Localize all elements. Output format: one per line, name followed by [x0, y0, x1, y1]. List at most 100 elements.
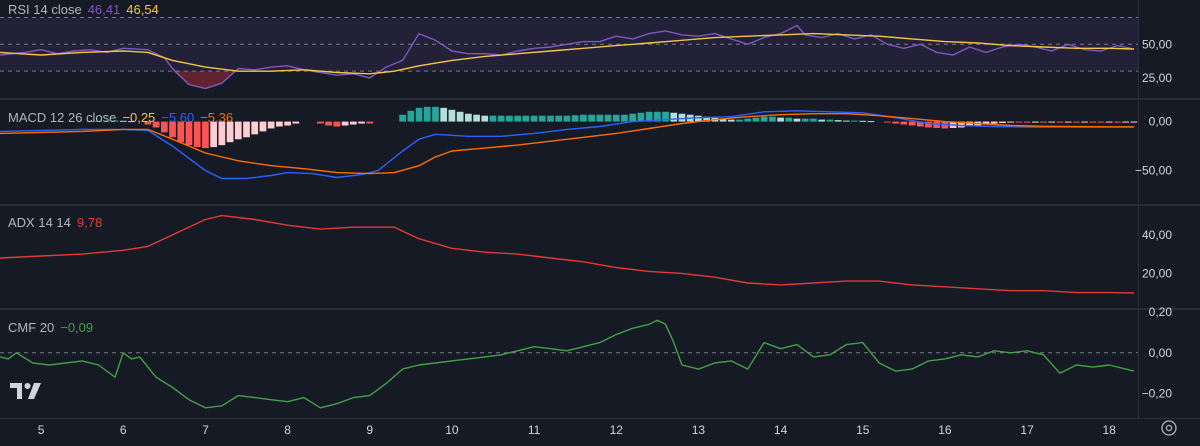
macd-histogram-bar [202, 121, 209, 149]
rsi-y-tick-label: 50,00 [1142, 37, 1172, 51]
macd-histogram-bar [810, 118, 817, 122]
adx-y-tick-label: 20,00 [1142, 266, 1172, 280]
macd-histogram-bar [859, 120, 867, 122]
settings-button[interactable] [1160, 419, 1182, 441]
macd-histogram-bar [612, 114, 620, 122]
indicator-chart[interactable]: 50,00 25,00 0,00 −50,00 40,00 20,00 0,20 0,00 −0… [0, 0, 1200, 446]
x-tick-label: 15 [856, 423, 870, 437]
adx-line [0, 214, 1134, 294]
macd-histogram-bar [1031, 121, 1039, 123]
macd-histogram-bar [276, 121, 283, 127]
macd-histogram-bar [1015, 121, 1023, 123]
macd-histogram-bar [423, 106, 431, 122]
cmf-legend[interactable]: CMF 20 −0,09 [8, 320, 93, 335]
macd-histogram-bar [990, 121, 998, 124]
macd-histogram-bar [563, 115, 571, 122]
macd-histogram-bar [341, 121, 349, 126]
macd-histogram-bar [218, 121, 226, 146]
x-tick-label: 9 [366, 423, 373, 437]
macd-histogram-bar [571, 115, 579, 122]
x-tick-label: 17 [1020, 423, 1034, 437]
macd-histogram-bar [547, 115, 554, 122]
macd-signal-legend-value: −5,36 [200, 110, 234, 125]
x-tick-label: 13 [692, 423, 706, 437]
macd-histogram-bar [884, 121, 891, 123]
x-tick-label: 10 [445, 423, 459, 437]
macd-histogram-bar [580, 114, 587, 122]
macd-y-tick-label: 0,00 [1149, 115, 1173, 129]
macd-histogram-bar [538, 115, 546, 122]
adx-legend-name: ADX 14 14 [8, 215, 71, 230]
macd-histogram-bar [1023, 121, 1031, 123]
macd-histogram-bar [752, 117, 760, 122]
chart-root: 50,00 25,00 0,00 −50,00 40,00 20,00 0,20 0,00 −0… [0, 0, 1200, 446]
macd-histogram-bar [440, 107, 448, 122]
macd-histogram-bar [736, 119, 743, 122]
rsi-y-tick-label: 25,00 [1142, 71, 1172, 85]
macd-histogram-bar [1130, 121, 1138, 123]
macd-histogram-bar [900, 121, 908, 125]
macd-histogram-bar [497, 115, 505, 122]
macd-line-legend-value: −5,60 [161, 110, 195, 125]
macd-histogram-bar [415, 107, 423, 122]
macd-histogram-bar [481, 115, 489, 122]
x-tick-label: 8 [284, 423, 291, 437]
macd-histogram-bar [1081, 121, 1088, 123]
rsi-legend[interactable]: RSI 14 close 46,41 46,54 [8, 2, 159, 17]
macd-histogram-bar [489, 115, 497, 122]
macd-histogram-bar [892, 121, 899, 124]
adx-y-tick-label: 40,00 [1142, 228, 1172, 242]
macd-histogram-bar [1064, 121, 1072, 123]
x-tick-label: 18 [1103, 423, 1117, 437]
macd-histogram-bar [464, 113, 472, 122]
macd-histogram-bar [760, 116, 768, 122]
macd-histogram-bar [670, 112, 678, 122]
macd-histogram-bar [292, 121, 300, 124]
cmf-y-tick-label: 0,00 [1149, 346, 1173, 360]
macd-histogram-bar [522, 115, 530, 122]
macd-legend-name: MACD 12 26 close [8, 110, 117, 125]
macd-histogram-bar [596, 114, 604, 122]
macd-histogram-bar [678, 113, 686, 122]
macd-histogram-bar [629, 113, 637, 122]
macd-histogram-bar [908, 121, 916, 126]
macd-y-tick-label: −50,00 [1135, 164, 1172, 178]
macd-histogram-bar [826, 119, 834, 122]
macd-histogram-bar [530, 115, 538, 122]
macd-histogram-bar [1040, 121, 1047, 123]
macd-histogram-bar [604, 114, 612, 122]
macd-histogram-bar [325, 121, 333, 126]
adx-legend[interactable]: ADX 14 14 9,78 [8, 215, 102, 230]
x-tick-label: 16 [938, 423, 952, 437]
cmf-y-tick-label: 0,20 [1149, 305, 1173, 319]
macd-histogram-bar [1114, 121, 1121, 123]
macd-histogram-bar [851, 120, 858, 122]
macd-histogram-bar [267, 121, 275, 129]
macd-histogram-bar [867, 121, 875, 123]
macd-histogram-bar [777, 117, 784, 122]
macd-histogram-bar [317, 121, 324, 124]
macd-histogram-bar [210, 121, 217, 148]
macd-histogram-bar [251, 121, 259, 135]
x-tick-label: 12 [610, 423, 624, 437]
rsi-ma-legend-value: 46,54 [126, 2, 159, 17]
macd-histogram-bar [834, 120, 842, 122]
macd-legend[interactable]: MACD 12 26 close −0,25 −5,60 −5,36 [8, 110, 233, 125]
tradingview-logo-icon[interactable] [10, 381, 46, 401]
macd-histogram-bar [193, 121, 201, 148]
macd-histogram-bar [621, 114, 628, 122]
cmf-y-tick-label: −0,20 [1142, 387, 1173, 401]
macd-histogram-bar [1048, 121, 1056, 123]
macd-hist-legend-value: −0,25 [122, 110, 156, 125]
macd-histogram-bar [234, 121, 242, 140]
x-tick-label: 5 [38, 423, 45, 437]
macd-histogram-bar [1007, 121, 1015, 123]
macd-histogram-bar [185, 121, 193, 146]
macd-histogram-bar [588, 114, 595, 122]
macd-histogram-bar [1097, 121, 1105, 123]
adx-legend-value: 9,78 [76, 215, 103, 230]
macd-histogram-bar [1073, 121, 1080, 123]
macd-histogram-bar [1122, 121, 1130, 123]
cmf-line [0, 319, 1135, 409]
macd-histogram-bar [358, 121, 365, 124]
